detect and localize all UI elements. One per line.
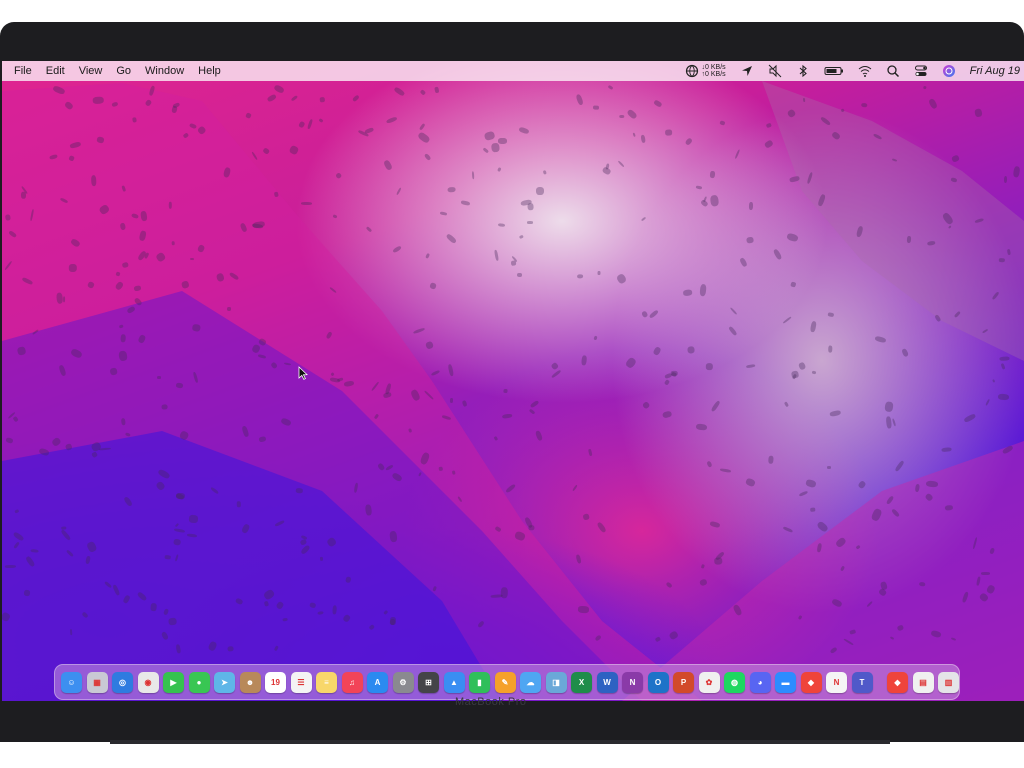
menu-view[interactable]: View bbox=[79, 61, 111, 81]
dock-excel-icon[interactable]: X bbox=[571, 671, 592, 693]
dock-anydesk-icon[interactable]: ◆ bbox=[800, 671, 822, 693]
dock-numbers-icon[interactable]: ▮ bbox=[469, 671, 490, 693]
dock-calendar-icon[interactable]: 19 bbox=[265, 671, 286, 693]
dock-preview-icon[interactable]: ◨ bbox=[545, 671, 567, 693]
dock-icloud-icon[interactable]: ☁ bbox=[520, 671, 541, 693]
dock-safari-icon[interactable]: ◎ bbox=[112, 671, 133, 693]
dock-facetime-icon[interactable]: ▶ bbox=[163, 671, 184, 693]
mouse-pointer-icon bbox=[298, 366, 308, 380]
spotlight-search-icon[interactable] bbox=[886, 64, 900, 78]
dock-news-icon[interactable]: N bbox=[826, 671, 847, 693]
dock-music-icon[interactable]: ♫ bbox=[341, 671, 363, 693]
laptop-hinge bbox=[110, 740, 890, 744]
dock-documents-folder-icon[interactable]: ▤ bbox=[912, 671, 934, 693]
dock-finder-icon[interactable]: ☺ bbox=[61, 671, 82, 693]
menu-edit[interactable]: Edit bbox=[46, 61, 73, 81]
dock-word-icon[interactable]: W bbox=[596, 671, 618, 693]
dock-powerpoint-icon[interactable]: P bbox=[673, 671, 694, 693]
dock-anydesk-folder-icon[interactable]: ◆ bbox=[887, 671, 908, 693]
clock[interactable]: Fri Aug 19 bbox=[970, 61, 1020, 81]
menu-help[interactable]: Help bbox=[198, 61, 229, 81]
wifi-icon[interactable] bbox=[858, 64, 872, 78]
network-stats[interactable]: ↓0 KB/s ↑0 KB/s bbox=[685, 64, 726, 78]
dock-maps-icon[interactable]: ➤ bbox=[214, 671, 235, 693]
dock-system-preferences-icon[interactable]: ⚙ bbox=[392, 671, 414, 693]
dock-app-store-icon[interactable]: A bbox=[367, 671, 388, 693]
dock-onenote-icon[interactable]: N bbox=[622, 671, 643, 693]
dock-messages-icon[interactable]: ● bbox=[188, 671, 210, 693]
menu-go[interactable]: Go bbox=[116, 61, 139, 81]
menu-bar: File Edit View Go Window Help ↓0 KB/s ↑0… bbox=[2, 61, 1024, 81]
dock-trash-icon[interactable]: ▥ bbox=[938, 671, 959, 693]
mute-icon[interactable] bbox=[768, 64, 782, 78]
dock-discord-icon[interactable]: ◕ bbox=[749, 671, 771, 693]
dock-outlook-icon[interactable]: O bbox=[647, 671, 669, 693]
siri-icon[interactable] bbox=[942, 64, 956, 78]
dock-launchpad-icon[interactable]: ▦ bbox=[86, 671, 108, 693]
dock-spotify-icon[interactable]: ◍ bbox=[724, 671, 745, 693]
dock-chrome-icon[interactable]: ◉ bbox=[137, 671, 159, 693]
dock-pages-icon[interactable]: ✎ bbox=[494, 671, 516, 693]
dock-keynote-icon[interactable]: ▲ bbox=[443, 671, 465, 693]
dock-contacts-icon[interactable]: ☻ bbox=[239, 671, 261, 693]
dock: ☺ ▦ ◎ ◉ ▶ ● ➤ ☻ 19 ☰ ≡ ♫ A ⚙ ⊞ ▲ ▮ ✎ ☁ ◨ X W N O P ✿ ◍ ◕ ▬ ◆ N T ◆ ▤ ▥ bbox=[54, 664, 960, 700]
location-icon[interactable] bbox=[740, 64, 754, 78]
dock-reminders-icon[interactable]: ☰ bbox=[290, 671, 312, 693]
menu-window[interactable]: Window bbox=[145, 61, 192, 81]
control-center-icon[interactable] bbox=[914, 64, 928, 78]
status-area: ↓0 KB/s ↑0 KB/s Fri Aug 19 bbox=[685, 61, 1024, 81]
bluetooth-icon[interactable] bbox=[796, 64, 810, 78]
dock-zoom-icon[interactable]: ▬ bbox=[775, 671, 796, 693]
menu-file[interactable]: File bbox=[14, 61, 40, 81]
dock-teams-icon[interactable]: T bbox=[851, 671, 873, 693]
battery-icon[interactable] bbox=[824, 64, 844, 78]
dock-calculator-icon[interactable]: ⊞ bbox=[418, 671, 439, 693]
laptop-brand-label: MacBook Pro bbox=[455, 696, 527, 708]
upload-rate: ↑0 KB/s bbox=[701, 71, 726, 78]
dock-photos-icon[interactable]: ✿ bbox=[698, 671, 720, 693]
dock-notes-icon[interactable]: ≡ bbox=[316, 671, 337, 693]
network-stats-icon bbox=[685, 64, 698, 78]
download-rate: ↓0 KB/s bbox=[701, 64, 726, 71]
desktop[interactable]: File Edit View Go Window Help ↓0 KB/s ↑0… bbox=[2, 61, 1024, 701]
app-menus: File Edit View Go Window Help bbox=[14, 61, 235, 81]
